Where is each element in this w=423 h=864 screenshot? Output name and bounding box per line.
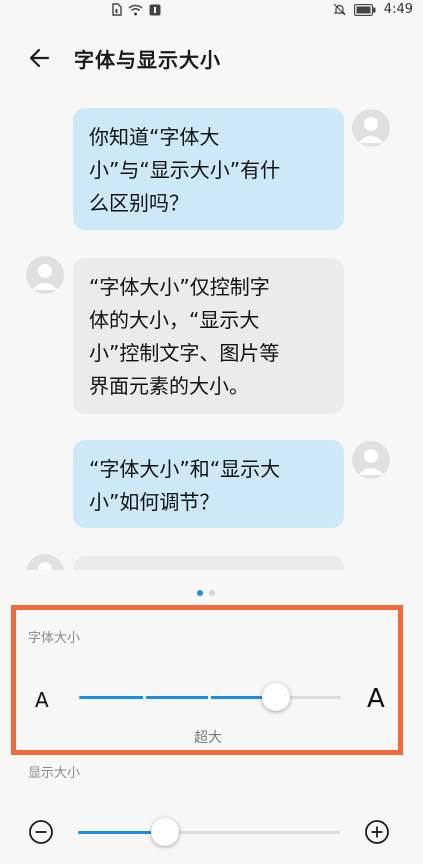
page-title: 字体与显示大小	[74, 48, 221, 72]
slider-tick	[208, 695, 211, 700]
chat-bubble-left: “字体大小”仅控制字 体的大小，“显示大 小”控制文字、图片等 界面元素的大小。	[73, 258, 344, 414]
user-avatar-icon	[32, 264, 58, 290]
chat-bubble-right: 你知道“字体大 小”与“显示大小”有什 么区别吗？	[73, 108, 344, 230]
font-size-slider-fill	[79, 696, 276, 699]
message-line: 小”控制文字、图片等	[89, 341, 280, 365]
mute-bell-icon	[333, 3, 346, 16]
message-line: “字体大小”和“显示大	[89, 457, 281, 481]
message-line: “字体大小”仅控制字	[89, 275, 270, 299]
back-arrow-icon[interactable]	[26, 44, 54, 72]
chat-preview: 你知道“字体大 小”与“显示大小”有什 么区别吗？ “字体大小”仅控制字 体的大…	[0, 100, 423, 570]
message-line: 你知道“字体大	[89, 125, 220, 149]
user-avatar-icon	[358, 449, 384, 475]
page-dot[interactable]	[209, 590, 215, 596]
battery-icon	[353, 3, 376, 16]
message-line: 小”如何调节？	[89, 490, 220, 514]
page-dot-active[interactable]	[197, 590, 203, 596]
message-line: 体的大小，“显示大	[89, 308, 260, 332]
header: 字体与显示大小	[0, 36, 423, 80]
notification-icon	[149, 4, 161, 15]
avatar	[26, 256, 64, 294]
status-icons-center	[112, 3, 161, 16]
avatar	[26, 554, 64, 570]
zoom-in-icon[interactable]	[364, 819, 390, 845]
display-size-slider[interactable]	[78, 818, 340, 846]
font-size-large-glyph: A	[367, 684, 385, 714]
message-line: 小”与“显示大小”有什	[89, 158, 281, 182]
clock: 4:49	[383, 2, 413, 17]
font-size-panel: 字体大小 A A 超大	[11, 605, 403, 755]
status-bar: 4:49	[0, 0, 423, 20]
message-line: 界面元素的大小。	[89, 374, 249, 398]
chat-bubble-left	[73, 556, 344, 570]
font-size-small-glyph: A	[35, 688, 49, 712]
slider-tick	[143, 695, 146, 700]
page-indicator	[197, 590, 215, 596]
sim-card-icon	[112, 3, 122, 16]
font-size-value: 超大	[194, 730, 222, 746]
font-size-label: 字体大小	[28, 631, 81, 646]
display-size-label: 显示大小	[28, 766, 81, 781]
status-icons-right: 4:49	[333, 2, 413, 17]
user-avatar-icon	[358, 117, 384, 143]
chat-bubble-right: “字体大小”和“显示大 小”如何调节？	[73, 440, 344, 528]
message-line: 么区别吗？	[89, 191, 189, 215]
display-size-slider-thumb[interactable]	[151, 818, 179, 846]
font-size-slider[interactable]	[79, 683, 341, 711]
avatar	[352, 441, 390, 479]
avatar	[352, 109, 390, 147]
user-avatar-icon	[38, 562, 52, 570]
zoom-out-icon[interactable]	[28, 819, 54, 845]
wifi-icon	[128, 4, 143, 15]
font-size-slider-thumb[interactable]	[262, 683, 290, 711]
